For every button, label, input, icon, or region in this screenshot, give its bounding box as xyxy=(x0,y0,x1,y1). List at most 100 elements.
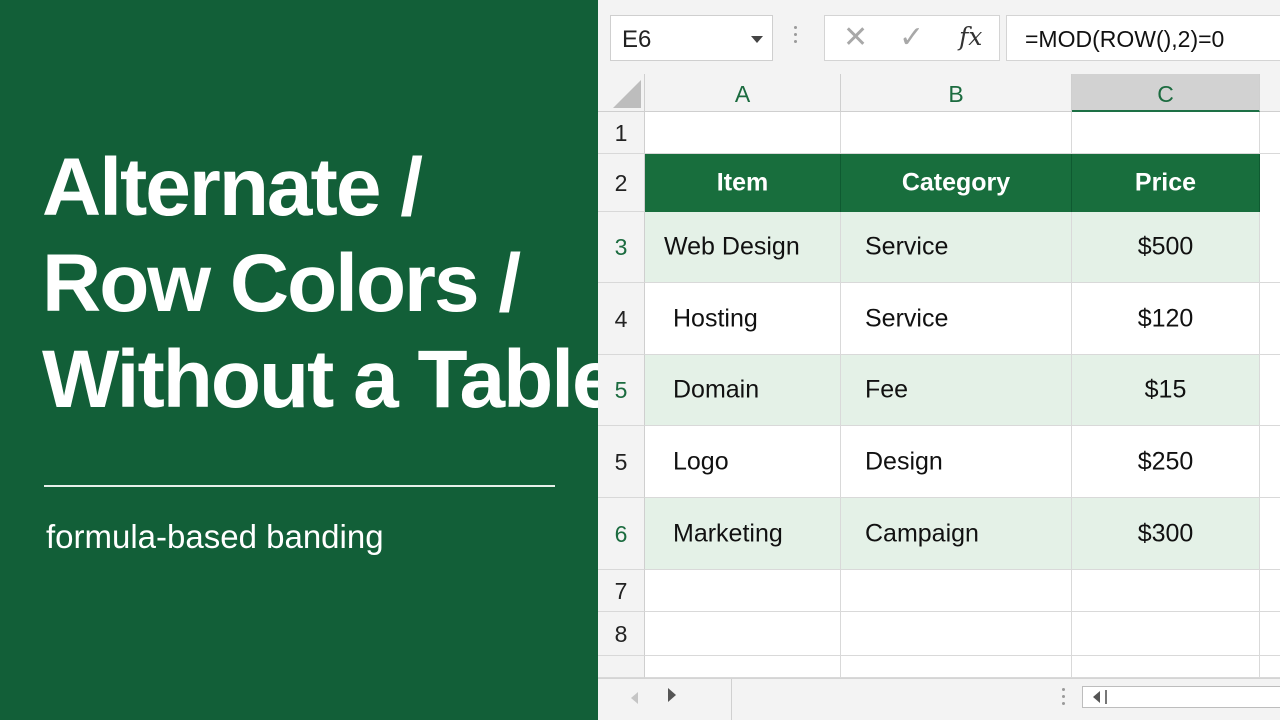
table-row: Marketing Campaign $300 xyxy=(645,498,1280,570)
insert-function-icon[interactable]: fx xyxy=(959,22,982,51)
row-header[interactable]: 5 xyxy=(598,426,645,498)
cell-c[interactable]: $300 xyxy=(1072,498,1260,570)
scroll-thumb[interactable] xyxy=(1105,690,1107,704)
cell-a[interactable] xyxy=(645,612,841,656)
cell-b[interactable] xyxy=(841,612,1072,656)
table-row xyxy=(645,656,1280,678)
cell-value: Item xyxy=(716,168,769,197)
horizontal-scrollbar[interactable] xyxy=(1082,686,1280,708)
cell-a[interactable]: Item xyxy=(645,154,841,212)
cell-c[interactable] xyxy=(1072,112,1260,154)
cell-value: Marketing xyxy=(673,519,783,547)
cell-a[interactable]: Domain xyxy=(645,355,841,426)
row-header[interactable]: 2 xyxy=(598,154,645,212)
cell-b[interactable]: Category xyxy=(841,154,1072,212)
cell-a[interactable]: Hosting xyxy=(645,283,841,355)
title-line-3: Without a Table xyxy=(42,334,618,425)
table-row: Logo Design $250 xyxy=(645,426,1280,498)
cell-b[interactable] xyxy=(841,656,1072,678)
triangle-right-icon[interactable] xyxy=(668,688,676,702)
formula-bar: E6 ✕ ✓ fx =MOD(ROW(),2)=0 xyxy=(598,0,1280,74)
cell-c[interactable] xyxy=(1072,570,1260,612)
grip-dots-icon[interactable] xyxy=(1062,688,1065,709)
divider xyxy=(731,679,732,720)
cell-value: $120 xyxy=(1137,304,1194,332)
sheet-scroll-bar xyxy=(598,678,1280,720)
cell-value: Hosting xyxy=(673,304,758,332)
table-header-row: Item Category Price xyxy=(645,154,1280,212)
checkmark-icon[interactable]: ✓ xyxy=(899,20,924,55)
cell-b[interactable] xyxy=(841,112,1072,154)
cell-b[interactable]: Campaign xyxy=(841,498,1072,570)
column-header-a[interactable]: A xyxy=(645,74,841,112)
chevron-down-icon[interactable] xyxy=(751,36,763,43)
cell-value: Web Design xyxy=(664,232,800,261)
cell-d[interactable] xyxy=(1260,498,1280,570)
cell-value: Design xyxy=(865,447,943,475)
cell-d[interactable] xyxy=(1260,212,1280,283)
formula-input[interactable]: =MOD(ROW(),2)=0 xyxy=(1006,15,1280,61)
title-divider xyxy=(44,485,555,487)
row-header[interactable]: 1 xyxy=(598,112,645,154)
cell-d[interactable] xyxy=(1260,154,1280,212)
column-header-c[interactable]: C xyxy=(1072,74,1260,112)
cell-d[interactable] xyxy=(1260,612,1280,656)
cell-a[interactable]: Marketing xyxy=(645,498,841,570)
cell-value: $250 xyxy=(1137,447,1194,475)
cell-b[interactable]: Fee xyxy=(841,355,1072,426)
row-header[interactable]: 8 xyxy=(598,612,645,656)
cell-value: $15 xyxy=(1144,375,1187,404)
table-row xyxy=(645,570,1280,612)
cell-c[interactable] xyxy=(1072,656,1260,678)
cell-c[interactable]: Price xyxy=(1072,154,1260,212)
cell-d[interactable] xyxy=(1260,570,1280,612)
cell-d[interactable] xyxy=(1260,112,1280,154)
column-header-b[interactable]: B xyxy=(841,74,1072,112)
cell-b[interactable] xyxy=(841,570,1072,612)
cell-c[interactable]: $120 xyxy=(1072,283,1260,355)
cell-value: Logo xyxy=(673,447,729,475)
cell-b[interactable]: Design xyxy=(841,426,1072,498)
cell-a[interactable] xyxy=(645,570,841,612)
row-header[interactable]: 7 xyxy=(598,570,645,612)
cell-d[interactable] xyxy=(1260,355,1280,426)
cell-value: Price xyxy=(1134,168,1197,197)
grip-dots-icon[interactable] xyxy=(794,26,798,48)
table-row xyxy=(645,112,1280,154)
subtitle: formula-based banding xyxy=(46,518,384,555)
cell-c[interactable]: $15 xyxy=(1072,355,1260,426)
cell-value: Campaign xyxy=(865,519,979,547)
row-header[interactable]: 3 xyxy=(598,212,645,283)
cell-value: $500 xyxy=(1137,232,1194,261)
cell-a[interactable] xyxy=(645,656,841,678)
select-all-corner[interactable] xyxy=(598,74,645,112)
cell-value: Service xyxy=(865,304,949,332)
table-row xyxy=(645,612,1280,656)
cell-c[interactable] xyxy=(1072,612,1260,656)
cell-d[interactable] xyxy=(1260,283,1280,355)
cell-b[interactable]: Service xyxy=(841,212,1072,283)
cell-c[interactable]: $500 xyxy=(1072,212,1260,283)
name-box[interactable]: E6 xyxy=(610,15,773,61)
row-header[interactable]: 5 xyxy=(598,355,645,426)
triangle-left-icon[interactable] xyxy=(631,692,638,704)
cell-b[interactable]: Service xyxy=(841,283,1072,355)
cell-a[interactable]: Logo xyxy=(645,426,841,498)
cell-value: Service xyxy=(865,232,949,261)
cell-value: Domain xyxy=(673,375,760,404)
cancel-icon[interactable]: ✕ xyxy=(843,20,868,55)
cell-grid: A B C 1 2 Item Category Price 3 Web Design Serv… xyxy=(598,74,1280,678)
cell-a[interactable] xyxy=(645,112,841,154)
title-line-1: Alternate / xyxy=(42,142,423,233)
row-header[interactable]: 4 xyxy=(598,283,645,355)
cell-a[interactable]: Web Design xyxy=(645,212,841,283)
cell-value: Fee xyxy=(865,375,909,404)
row-header[interactable] xyxy=(598,656,645,678)
cell-c[interactable]: $250 xyxy=(1072,426,1260,498)
cell-d[interactable] xyxy=(1260,426,1280,498)
cell-value: Category xyxy=(901,168,1011,197)
cell-d[interactable] xyxy=(1260,656,1280,678)
column-header-d[interactable] xyxy=(1260,74,1280,112)
scroll-left-icon[interactable] xyxy=(1093,691,1100,703)
row-header[interactable]: 6 xyxy=(598,498,645,570)
